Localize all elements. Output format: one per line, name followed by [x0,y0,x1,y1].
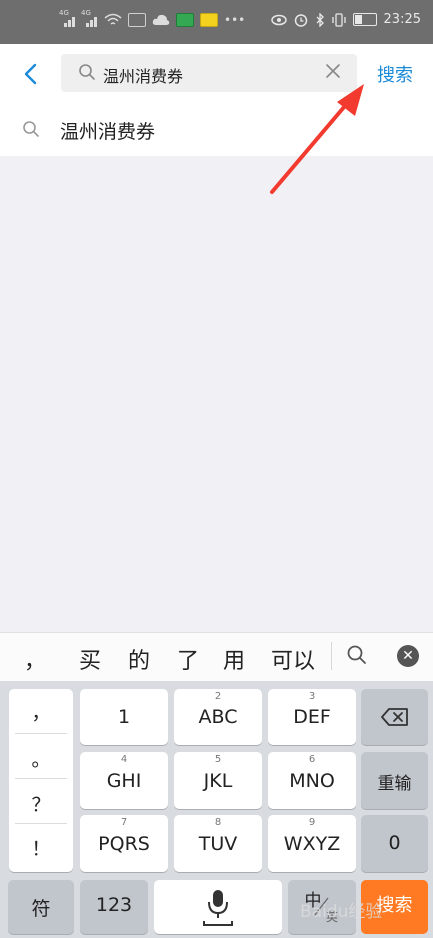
notification-icon [128,13,146,27]
key-sup: 6 [308,754,316,765]
key-1[interactable]: 1 [80,689,168,745]
suggestion-text[interactable]: 温州消费券 [60,117,155,144]
key-label: 符 [31,898,51,920]
network-label: 4G [81,9,91,17]
punct-key[interactable]: ？ [9,790,73,817]
watermark: Baidu经验 [300,902,383,922]
divider [15,778,67,779]
key-label: 重输 [377,774,412,794]
key-sup: 2 [214,691,222,702]
punct-key[interactable]: ！ [9,834,73,861]
key-sup: 7 [120,817,128,828]
status-left-icons: 4G 4G ••• [59,9,246,27]
battery-icon [352,13,377,26]
key-abc[interactable]: 2 ABC [174,689,262,745]
status-right-icons: 23:25 [270,12,421,27]
alarm-icon [294,13,307,27]
candidate-item[interactable]: 用 [223,643,245,675]
search-icon [23,121,39,137]
reenter-key[interactable]: 重输 [361,752,428,809]
key-mno[interactable]: 6 MNO [268,752,356,809]
clock: 23:25 [383,12,421,27]
divider [331,642,332,670]
punct-key[interactable]: ， [9,698,73,725]
key-sup: 9 [308,817,316,828]
key-wxyz[interactable]: 9 WXYZ [268,815,356,872]
cloud-icon [152,14,170,25]
candidate-item[interactable]: 了 [177,643,199,675]
search-icon [79,64,95,80]
search-icon[interactable] [346,644,368,666]
signal-icon: 4G [81,9,98,27]
clear-icon[interactable] [323,60,343,82]
key-sup: 4 [120,754,128,765]
key-ghi[interactable]: 4 GHI [80,752,168,809]
network-label: 4G [59,9,69,17]
key-label: 0 [388,832,401,854]
wifi-icon [104,13,122,25]
key-sup: 5 [214,754,222,765]
back-icon[interactable] [18,60,46,88]
candidate-item[interactable]: 可以 [271,643,315,675]
vibrate-icon [331,12,346,27]
candidate-item[interactable]: ， [24,643,46,675]
close-icon[interactable]: ✕ [397,645,419,667]
backspace-icon [380,708,408,726]
key-pqrs[interactable]: 7 PQRS [80,815,168,872]
mic-icon [203,890,233,926]
divider [15,823,67,824]
key-label: TUV [198,833,238,855]
key-label: 123 [95,894,133,916]
annotation-arrow [270,84,364,194]
divider [15,733,67,734]
key-label: DEF [293,706,331,728]
search-button[interactable]: 搜索 [377,61,413,87]
key-0[interactable]: 0 [361,815,428,872]
number-key[interactable]: 123 [80,880,148,934]
space-key[interactable] [154,880,282,934]
punct-key[interactable]: 。 [9,745,73,772]
key-label: MNO [289,770,335,792]
app-icon [200,13,218,27]
key-sup: 8 [214,817,222,828]
more-icon: ••• [224,13,246,27]
app-icon [176,13,194,27]
key-sup: 3 [308,691,316,702]
candidate-item[interactable]: 买 [79,643,101,675]
key-label: ABC [198,706,238,728]
key-label: 1 [117,706,131,728]
backspace-key[interactable] [361,689,428,745]
key-jkl[interactable]: 5 JKL [174,752,262,809]
bluetooth-icon [316,12,324,27]
key-label: WXYZ [283,833,341,855]
candidate-bar [0,632,433,681]
key-def[interactable]: 3 DEF [268,689,356,745]
symbol-key[interactable]: 符 [8,880,74,934]
key-label: JKL [203,770,233,792]
signal-icon: 4G [59,9,76,27]
key-label: PQRS [98,833,150,855]
search-query-text[interactable]: 温州消费券 [103,63,183,87]
candidate-item[interactable]: 的 [128,643,150,675]
key-label: GHI [106,770,142,792]
eye-icon [270,14,287,25]
key-tuv[interactable]: 8 TUV [174,815,262,872]
